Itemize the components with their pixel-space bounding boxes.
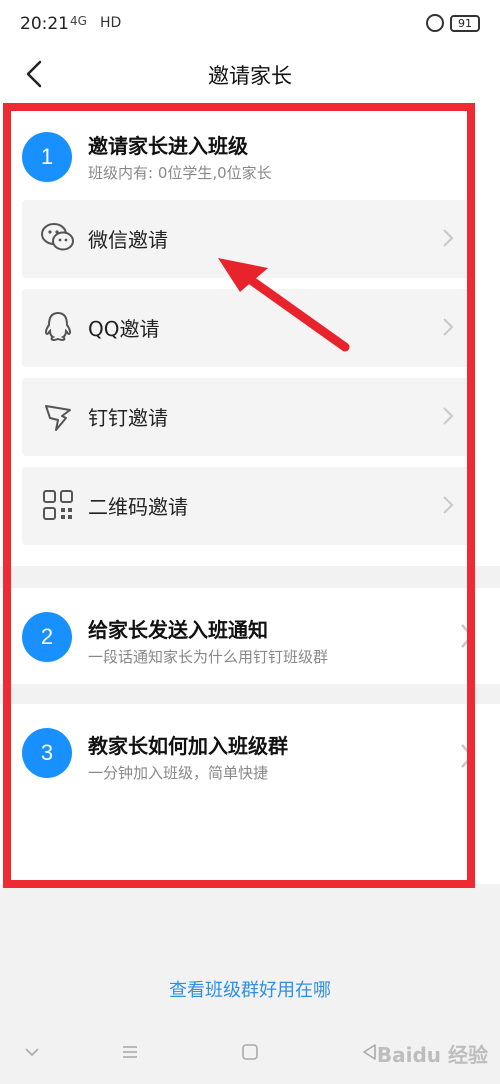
page-title: 邀请家长 [208,64,292,88]
invite-section: 1 邀请家长进入班级 班级内有: 0位学生,0位家长 微信邀请 QQ邀请 钉钉邀… [0,100,500,566]
battery-icon: 91 [450,15,480,32]
wechat-icon [41,223,74,251]
option-label: 钉钉邀请 [88,406,168,430]
chevron-right-icon [461,624,474,648]
hd-indicator: HD [100,15,122,31]
signal-icon: 4G [70,14,87,28]
guide-section[interactable]: 3 教家长如何加入班级群 一分钟加入班级，简单快捷 [0,704,500,884]
chevron-right-icon [443,407,454,425]
option-label: 微信邀请 [88,228,168,252]
option-label: QQ邀请 [88,317,160,341]
baidu-watermark: Baidu 经验 [376,1043,488,1067]
step-subtitle-2: 一段话通知家长为什么用钉钉班级群 [88,648,329,666]
chevron-right-icon [443,318,454,336]
dingtalk-icon [45,405,71,431]
step-title-1: 邀请家长进入班级 [88,134,248,158]
qrcode-icon [43,490,73,520]
step-title-2: 给家长发送入班通知 [88,618,268,642]
alarm-icon [426,14,444,32]
chevron-right-icon [443,496,454,514]
step-subtitle-1: 班级内有: 0位学生,0位家长 [88,164,272,182]
why-useful-link[interactable]: 查看班级群好用在哪 [0,976,500,1002]
step-subtitle-3: 一分钟加入班级，简单快捷 [88,764,269,782]
qrcode-invite-button[interactable]: 二维码邀请 [22,467,472,545]
notice-section[interactable]: 2 给家长发送入班通知 一段话通知家长为什么用钉钉班级群 [0,588,500,684]
option-label: 二维码邀请 [88,495,188,519]
wechat-invite-button[interactable]: 微信邀请 [22,200,472,278]
dingtalk-invite-button[interactable]: 钉钉邀请 [22,378,472,456]
system-navbar: Baidu 经验 [0,1024,500,1084]
step-title-3: 教家长如何加入班级群 [88,734,288,758]
chevron-right-icon [443,229,454,247]
chevron-down-icon[interactable] [22,1042,42,1062]
qq-invite-button[interactable]: QQ邀请 [22,289,472,367]
menu-icon[interactable] [120,1042,140,1062]
chevron-right-icon [461,744,474,768]
step-number-3: 3 [22,728,72,778]
home-icon[interactable] [240,1042,260,1062]
qq-icon [44,311,72,342]
status-time: 20:21 [20,14,69,34]
step-number-2: 2 [22,612,72,662]
step-number-1: 1 [22,132,72,182]
header: 邀请家长 [0,48,500,100]
status-bar: 20:21 4G HD 91 [0,0,500,48]
